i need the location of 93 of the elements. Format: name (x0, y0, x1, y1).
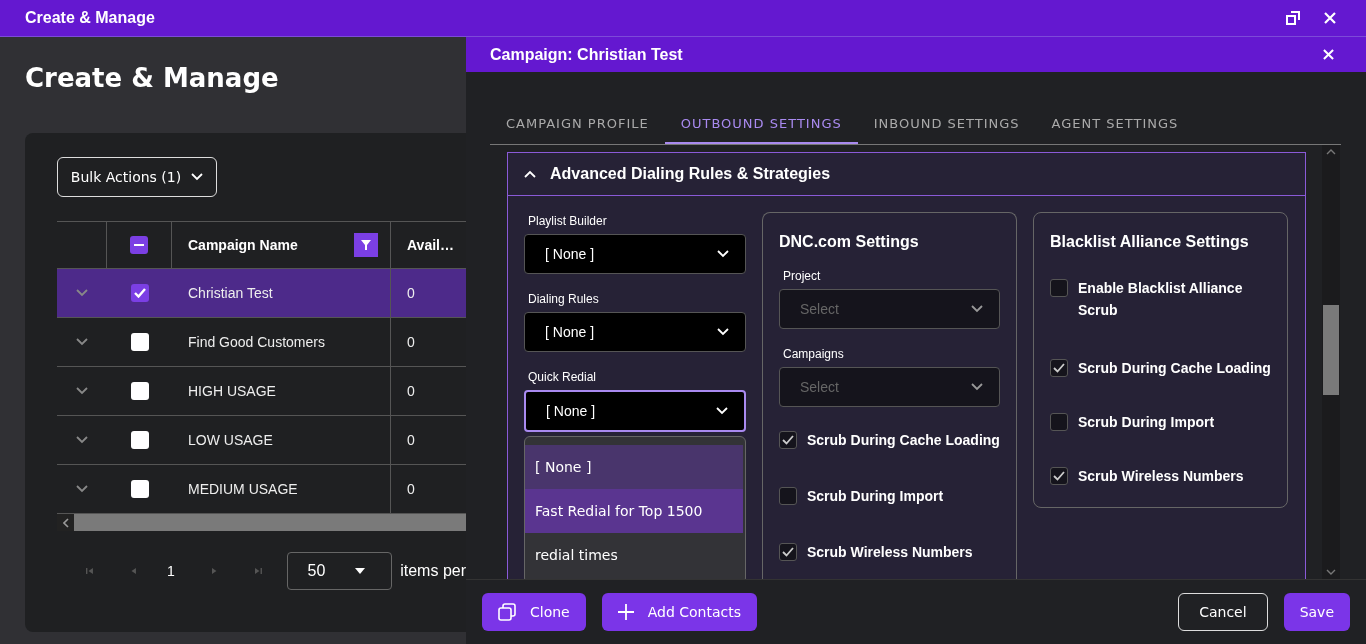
page-size-select[interactable]: 50 (286, 552, 393, 590)
checkmark-icon (133, 288, 146, 298)
items-per-page-label: items per (400, 562, 466, 580)
dropdown-arrow-icon (355, 568, 366, 574)
table-row[interactable]: LOW USAGE 0 (57, 416, 466, 465)
select-all-checkbox[interactable] (130, 236, 148, 254)
checkbox-row[interactable]: Scrub During Import (1050, 413, 1271, 433)
plus-icon (617, 604, 634, 620)
checkbox-row[interactable]: Enable Blacklist Alliance Scrub (1050, 279, 1271, 321)
panel-title: Campaign: Christian Test (490, 45, 683, 64)
checkbox[interactable] (1050, 359, 1068, 377)
add-contacts-button[interactable]: Add Contacts (601, 593, 758, 631)
row-checkbox[interactable] (130, 431, 149, 449)
field-label: Dialing Rules (528, 292, 600, 306)
card-title: DNC.com Settings (779, 233, 920, 251)
section-header[interactable]: Advanced Dialing Rules & Strategies (508, 153, 1305, 196)
select-field[interactable]: [ None ] (524, 234, 746, 274)
window-title: Create & Manage (25, 9, 155, 27)
field-label: Playlist Builder (528, 214, 608, 228)
card-title: Blacklist Alliance Settings (1050, 233, 1250, 251)
checkbox[interactable] (779, 543, 797, 561)
expand-icon (76, 289, 88, 297)
restore-icon[interactable] (1286, 11, 1300, 25)
bulk-actions-button[interactable]: Bulk Actions (1) (57, 157, 217, 197)
table-cell: 0 (407, 383, 415, 399)
tab[interactable]: OUTBOUND SETTINGS (664, 104, 858, 144)
table-cell: 0 (407, 432, 415, 448)
field-label: Project (783, 269, 822, 283)
table-cell: 0 (407, 285, 415, 301)
checkbox-row[interactable]: Scrub Wireless Numbers (1050, 467, 1271, 487)
table-cell: Christian Test (188, 285, 273, 301)
table-cell: Find Good Customers (188, 334, 325, 350)
filter-icon[interactable] (354, 233, 378, 257)
checkbox[interactable] (1050, 413, 1068, 431)
scrollbar-thumb[interactable] (1323, 305, 1339, 395)
clone-button[interactable]: Clone (482, 593, 586, 631)
chevron-down-icon (716, 407, 728, 415)
close-icon[interactable] (1324, 12, 1336, 24)
checkmark-icon (1053, 471, 1065, 481)
table-row[interactable]: Find Good Customers 0 (57, 318, 466, 367)
cancel-button[interactable]: Cancel (1178, 593, 1268, 631)
select-field[interactable]: [ None ] (524, 312, 746, 352)
save-button[interactable]: Save (1283, 593, 1350, 631)
checkbox-row[interactable]: Scrub During Cache Loading (1050, 359, 1271, 379)
table-cell: 0 (407, 334, 415, 350)
tab[interactable]: INBOUND SETTINGS (857, 104, 1036, 144)
close-icon[interactable] (1323, 49, 1334, 60)
checkbox[interactable] (779, 487, 797, 505)
chevron-down-icon (971, 383, 983, 391)
table-cell: MEDIUM USAGE (188, 481, 298, 497)
checkbox-row[interactable]: Scrub During Cache Loading (779, 431, 1000, 451)
table-cell: LOW USAGE (188, 432, 273, 448)
column-header[interactable]: Campaign Name (188, 237, 354, 253)
table-cell: 0 (407, 481, 415, 497)
row-checkbox[interactable] (130, 284, 149, 302)
row-checkbox[interactable] (130, 333, 149, 351)
checkmark-icon (782, 547, 794, 557)
dropdown-option[interactable]: Fast Redial for Top 1500 (525, 489, 743, 533)
row-checkbox[interactable] (130, 480, 149, 498)
table-row[interactable]: HIGH USAGE 0 (57, 367, 466, 416)
expand-icon (76, 338, 88, 346)
select-field[interactable]: [ None ] (524, 390, 746, 432)
table-cell: HIGH USAGE (188, 383, 276, 399)
row-checkbox[interactable] (130, 382, 149, 400)
page-heading: Create & Manage (25, 63, 280, 95)
checkmark-icon (782, 435, 794, 445)
checkbox-row[interactable]: Scrub During Import (779, 487, 1000, 507)
field-label: Quick Redial (528, 370, 598, 384)
page-number[interactable]: 1 (166, 563, 175, 579)
tab[interactable]: CAMPAIGN PROFILE (490, 104, 665, 144)
chevron-down-icon (717, 250, 729, 258)
checkmark-icon (1053, 363, 1065, 373)
dropdown-option[interactable]: [ None ] (525, 445, 743, 489)
tab[interactable]: AGENT SETTINGS (1035, 104, 1195, 144)
checkbox[interactable] (1050, 279, 1068, 297)
scroll-down-icon[interactable] (1326, 569, 1336, 575)
checkbox-row[interactable]: Scrub Wireless Numbers (779, 543, 1000, 563)
expand-icon (76, 387, 88, 395)
scrollbar-thumb[interactable] (74, 514, 466, 531)
checkbox[interactable] (779, 431, 797, 449)
chevron-down-icon (717, 328, 729, 336)
table-row[interactable]: Christian Test 0 (57, 269, 466, 318)
chevron-down-icon (191, 173, 204, 181)
field-label: Campaigns (783, 347, 845, 361)
chevron-down-icon (971, 305, 983, 313)
scroll-up-icon[interactable] (1326, 149, 1336, 155)
minus-icon (134, 244, 144, 246)
copy-icon (498, 603, 516, 621)
expand-icon (76, 485, 88, 493)
column-header[interactable]: Avail… (407, 237, 454, 253)
checkbox[interactable] (1050, 467, 1068, 485)
expand-icon (76, 436, 88, 444)
dropdown-option[interactable]: redial times (525, 533, 743, 577)
